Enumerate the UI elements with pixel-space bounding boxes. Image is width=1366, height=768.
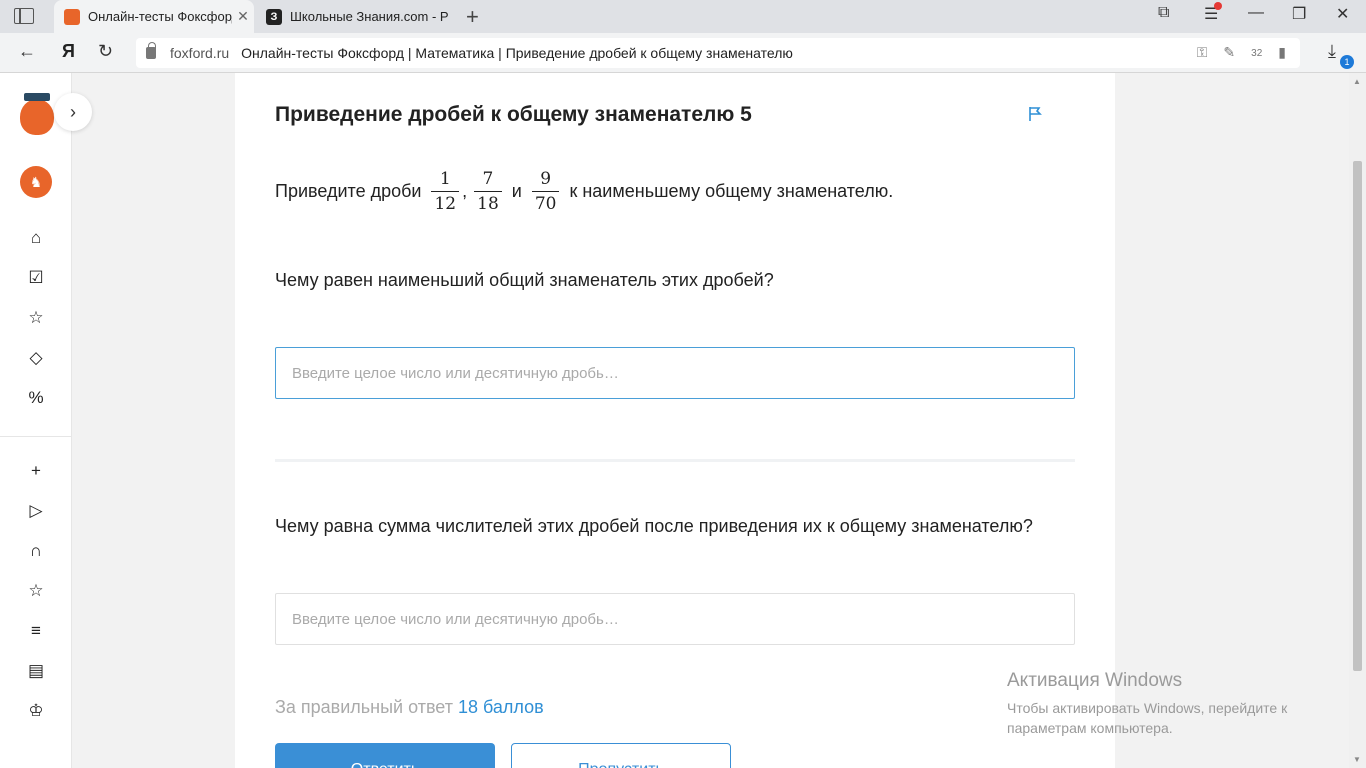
left-sidebar: › ♞ ⌂ ☑ ☆ ◇ % + ▷ ∩ ☆ ≡ ▤ ♔ [0, 73, 92, 768]
download-badge: 1 [1340, 55, 1354, 69]
question-2: Чему равна сумма числителей этих дробей … [275, 516, 1033, 536]
sidebar-divider [0, 436, 72, 437]
fraction-denominator: 70 [531, 191, 560, 214]
close-window-icon[interactable]: ✕ [1336, 4, 1349, 24]
watermark-text: Чтобы активировать Windows, перейдите к … [1007, 700, 1288, 736]
yandex-icon[interactable]: Я [62, 41, 75, 62]
layers-icon[interactable]: ▤ [24, 659, 48, 683]
url-domain: foxford.ru [170, 45, 230, 61]
page-scrollbar[interactable]: ▲ ▼ [1349, 73, 1366, 768]
skip-button[interactable]: Пропустить [511, 743, 731, 768]
fraction: 7 18 [474, 169, 502, 214]
znania-favicon-icon: З [266, 8, 282, 25]
url-actions: ⚿ ✎ 32 ▮ [1197, 44, 1286, 61]
address-bar: ← Я ↻ foxford.ru Онлайн-тесты Фоксфорд |… [0, 33, 1366, 73]
foxford-logo-icon[interactable] [20, 93, 54, 135]
fraction: 9 70 [531, 169, 560, 214]
fraction-numerator: 1 [439, 169, 451, 189]
foxford-favicon-icon [64, 8, 80, 25]
play-icon[interactable]: ▷ [24, 499, 48, 523]
fraction-denominator: 18 [474, 191, 502, 214]
task-title: Приведение дробей к общему знаменателю 5 [275, 103, 752, 126]
statement-prefix: Приведите дроби [275, 181, 422, 201]
tab-znania[interactable]: З Школьные Знания.com - Р [256, 0, 456, 33]
sidebar-toggle-icon[interactable] [14, 8, 34, 24]
scroll-up-icon[interactable]: ▲ [1353, 77, 1361, 86]
tab-foxford[interactable]: Онлайн-тесты Фоксфорд ✕ [54, 0, 254, 33]
lock-icon[interactable] [146, 42, 156, 59]
url-field[interactable]: foxford.ru Онлайн-тесты Фоксфорд | Матем… [136, 38, 1300, 68]
answer-button[interactable]: Ответить [275, 743, 495, 768]
fraction-numerator: 9 [540, 169, 552, 189]
fraction-separator: , [462, 181, 468, 201]
tab-title: Онлайн-тесты Фоксфорд [88, 9, 232, 24]
percent-icon[interactable]: % [24, 386, 48, 410]
key-icon[interactable]: ⚿ [1197, 44, 1208, 61]
watermark-title: Активация Windows [1007, 670, 1183, 691]
score-text: За правильный ответ 18 баллов [275, 697, 544, 718]
conjunction: и [511, 181, 522, 201]
url-page-title: Онлайн-тесты Фоксфорд | Математика | При… [241, 45, 793, 61]
problem-statement: Приведите дроби 1 12 , 7 18 и 9 70 к наи… [275, 169, 893, 214]
scroll-thumb[interactable] [1353, 161, 1362, 671]
block-icon[interactable]: ✎ [1223, 44, 1235, 61]
fraction-denominator: 12 [431, 191, 460, 214]
download-icon[interactable]: ⤓ [1328, 41, 1336, 62]
headphones-icon[interactable]: ∩ [24, 539, 48, 563]
mascot-icon[interactable]: ♞ [20, 166, 52, 198]
star-outline-icon[interactable]: ☆ [24, 579, 48, 603]
restore-icon[interactable]: ❐ [1292, 4, 1306, 24]
statement-suffix: к наименьшему общему знаменателю. [569, 181, 894, 201]
question-1: Чему равен наименьший общий знаменатель … [275, 270, 774, 290]
expand-sidebar-button[interactable]: › [54, 93, 92, 131]
score-label: За правильный ответ [275, 697, 453, 717]
collections-icon[interactable]: ⧉ [1158, 4, 1169, 22]
windows-activation-watermark: Активация Windows Чтобы активировать Win… [1007, 670, 1327, 738]
reload-icon[interactable]: ↻ [98, 41, 113, 62]
fraction-numerator: 7 [482, 169, 494, 189]
flag-icon[interactable] [1027, 105, 1045, 123]
ext-counter-icon[interactable]: 32 [1251, 48, 1262, 61]
tab-bar: Онлайн-тесты Фоксфорд ✕ З Школьные Знани… [0, 0, 1366, 33]
answer-input-1[interactable] [275, 347, 1075, 399]
fraction: 1 12 [431, 169, 460, 214]
star-icon[interactable]: ☆ [24, 306, 48, 330]
tab-title: Школьные Знания.com - Р [290, 9, 449, 24]
trophy-icon[interactable]: ♔ [24, 699, 48, 723]
bookmark-icon[interactable]: ▮ [1278, 44, 1286, 61]
scroll-down-icon[interactable]: ▼ [1353, 755, 1361, 764]
menu-icon[interactable]: ☰ [1204, 2, 1222, 24]
score-points: 18 баллов [457, 697, 544, 717]
plus-icon[interactable]: + [24, 459, 48, 483]
answer-input-2[interactable] [275, 593, 1075, 645]
list-icon[interactable]: ≡ [24, 619, 48, 643]
close-icon[interactable]: ✕ [232, 8, 254, 25]
task-card: Приведение дробей к общему знаменателю 5… [235, 73, 1115, 768]
minimize-icon[interactable]: — [1248, 4, 1264, 22]
tag-icon[interactable]: ◇ [24, 346, 48, 370]
section-divider [275, 459, 1075, 462]
checkbox-icon[interactable]: ☑ [24, 266, 48, 290]
back-arrow-icon[interactable]: ← [18, 41, 36, 62]
new-tab-button[interactable]: + [466, 4, 479, 30]
home-icon[interactable]: ⌂ [24, 226, 48, 250]
